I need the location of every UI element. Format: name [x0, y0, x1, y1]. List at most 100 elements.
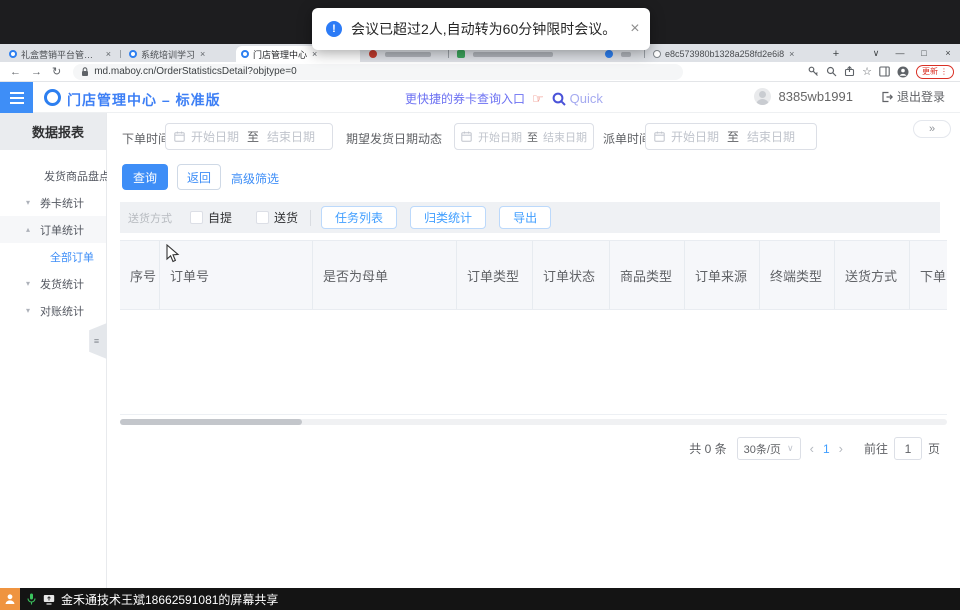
browser-tab-1[interactable]: 礼盒营销平台管理中心 ×: [4, 46, 116, 62]
back-button[interactable]: 返回: [177, 164, 221, 190]
sidebar-item-delivery-stats[interactable]: ▾ 发货统计: [0, 270, 106, 297]
back-icon[interactable]: ←: [10, 66, 21, 78]
tab6-favicon: [605, 50, 613, 58]
window-minimize-button[interactable]: —: [888, 44, 912, 62]
profile-icon[interactable]: [897, 66, 909, 78]
column-header-order-source: 订单来源: [685, 241, 760, 309]
delivery-label[interactable]: 送货: [274, 209, 298, 226]
window-maximize-button[interactable]: □: [912, 44, 936, 62]
sidebar-item-all-orders[interactable]: 全部订单: [0, 243, 106, 270]
tab-separator: [644, 50, 645, 58]
screenshare-icon: [43, 594, 55, 605]
browser-tab-7[interactable]: e8c573980b1328a258fd2e6i8 ×: [648, 46, 808, 62]
export-button[interactable]: 导出: [499, 206, 551, 229]
range-separator: 至: [247, 128, 259, 145]
toast-message: 会议已超过2人,自动转为60分钟限时会议。: [351, 19, 616, 39]
tab7-close-icon[interactable]: ×: [789, 49, 794, 59]
sidebar-item-reconciliation-stats[interactable]: ▾ 对账统计: [0, 297, 106, 324]
side-panel-icon[interactable]: [879, 66, 890, 77]
column-header-index: 序号: [120, 241, 160, 309]
sidebar-collapse-handle[interactable]: ≡: [86, 323, 107, 359]
meeting-toast: ! 会议已超过2人,自动转为60分钟限时会议。 ×: [312, 8, 650, 50]
sidebar-header: 数据报表: [0, 113, 106, 150]
screen: ! 会议已超过2人,自动转为60分钟限时会议。 × 礼盒营销平台管理中心 × 系…: [0, 0, 960, 610]
tab3-favicon: [241, 50, 249, 58]
dispatch-time-range-input[interactable]: 开始日期 至 结束日期: [645, 123, 817, 150]
start-date-placeholder: 开始日期: [191, 128, 239, 145]
delivery-checkbox[interactable]: [256, 211, 269, 224]
caret-down-icon: ▾: [26, 306, 30, 315]
sidebar-item-order-stats[interactable]: ▴ 订单统计: [0, 216, 106, 243]
reload-icon[interactable]: ↻: [52, 65, 61, 78]
caret-up-icon: ▴: [26, 225, 30, 234]
advanced-filter-link[interactable]: 高级筛选: [231, 170, 279, 187]
sidebar-item-coupon-stats[interactable]: ▾ 券卡统计: [0, 189, 106, 216]
sidebar-item-shipping-inventory[interactable]: 发货商品盘点: [0, 162, 106, 189]
zoom-icon[interactable]: [826, 66, 837, 77]
table-body-empty: [120, 310, 947, 415]
page-unit-label: 页: [928, 440, 940, 457]
tab5-label-blurred: [473, 52, 553, 57]
quick-query-link[interactable]: 更快捷的券卡查询入口: [405, 90, 525, 107]
hamburger-menu-button[interactable]: [0, 82, 33, 113]
sidebar-item-label: 发货统计: [40, 276, 84, 292]
goto-label: 前往: [864, 440, 888, 457]
sidebar-item-label: 全部订单: [50, 249, 94, 265]
screenshare-bar: 金禾通技术王斌18662591081的屏幕共享: [0, 588, 960, 610]
new-tab-button[interactable]: +: [828, 47, 844, 61]
scrollbar-thumb[interactable]: [120, 419, 302, 425]
range-separator: 至: [527, 129, 538, 145]
expand-filters-button[interactable]: »: [913, 120, 951, 138]
next-page-button[interactable]: ›: [839, 441, 843, 456]
tab-separator: [448, 50, 449, 58]
app-header: 门店管理中心 – 标准版 更快捷的券卡查询入口 ☞ Quick 8385wb19…: [0, 82, 960, 113]
info-icon: !: [326, 21, 342, 37]
pickup-checkbox[interactable]: [190, 211, 203, 224]
goto-page-input[interactable]: [894, 437, 922, 460]
pickup-label[interactable]: 自提: [208, 209, 232, 226]
calendar-icon: [654, 131, 665, 142]
total-count: 共 0 条: [689, 440, 726, 457]
order-time-range-input[interactable]: 开始日期 至 结束日期: [165, 123, 333, 150]
screenshare-text: 金禾通技术王斌18662591081的屏幕共享: [61, 591, 278, 608]
orders-table: 序号 订单号 是否为母单 订单类型 订单状态 商品类型 订单来源 终端类型 送货…: [120, 240, 947, 415]
task-list-button[interactable]: 任务列表: [321, 206, 397, 229]
query-button[interactable]: 查询: [122, 164, 168, 190]
tab2-favicon: [129, 50, 137, 58]
filter-label-order-time: 下单时间: [122, 130, 170, 147]
category-stats-button[interactable]: 归类统计: [410, 206, 486, 229]
page-size-select[interactable]: 30条/页 ∨: [737, 437, 801, 460]
chrome-update-button[interactable]: 更新 ⋮: [916, 65, 954, 79]
tab2-close-icon[interactable]: ×: [200, 49, 205, 59]
prev-page-button[interactable]: ‹: [810, 441, 814, 456]
tab3-close-icon[interactable]: ×: [312, 49, 317, 59]
current-page[interactable]: 1: [823, 442, 830, 456]
tab1-favicon: [9, 50, 17, 58]
address-bar[interactable]: md.maboy.cn/OrderStatisticsDetail?objtyp…: [73, 64, 683, 80]
quick-word[interactable]: Quick: [570, 91, 603, 106]
toast-close-icon[interactable]: ×: [630, 21, 639, 37]
column-header-order-status: 订单状态: [533, 241, 610, 309]
tab7-label: e8c573980b1328a258fd2e6i8: [665, 49, 784, 59]
logout-icon: [881, 91, 893, 103]
browser-tab-2[interactable]: 系统培训学习 ×: [124, 46, 230, 62]
expected-delivery-range-input[interactable]: 开始日期 至 结束日期: [454, 123, 594, 150]
browser-menu-chevron[interactable]: ∨: [864, 44, 888, 62]
share-icon[interactable]: [844, 66, 855, 77]
caret-down-icon: ▾: [26, 279, 30, 288]
window-close-button[interactable]: ×: [936, 44, 960, 62]
url-text: md.maboy.cn/OrderStatisticsDetail?objtyp…: [94, 66, 296, 77]
sidebar: 数据报表 发货商品盘点 ▾ 券卡统计 ▴ 订单统计 全部订单 ▾ 发货统计 ▾ …: [0, 113, 107, 588]
bookmark-star-icon[interactable]: ☆: [862, 65, 872, 78]
logout-button[interactable]: 退出登录: [881, 88, 945, 105]
forward-icon[interactable]: →: [31, 66, 42, 78]
key-icon[interactable]: [808, 66, 819, 77]
end-date-placeholder: 结束日期: [747, 128, 795, 145]
calendar-icon: [174, 131, 185, 142]
quick-search-icon[interactable]: [552, 92, 566, 106]
tab2-label: 系统培训学习: [141, 48, 195, 61]
tab1-close-icon[interactable]: ×: [106, 49, 111, 59]
horizontal-scrollbar[interactable]: [120, 419, 947, 425]
user-avatar[interactable]: [754, 88, 771, 105]
sidebar-item-label: 订单统计: [40, 222, 84, 238]
